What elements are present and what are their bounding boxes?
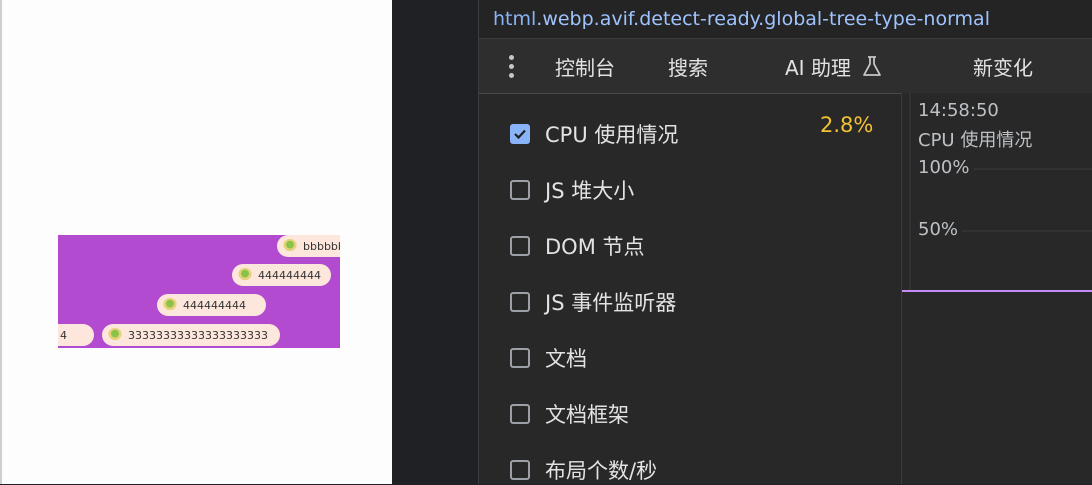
checkbox[interactable] — [510, 292, 530, 312]
danmaku-text: 33333333333333333333 — [128, 328, 268, 342]
tab-whats-new[interactable]: 新变化 — [973, 39, 1033, 93]
danmaku-container: bbbbbb 444444444 444444444 4 33333333333… — [58, 235, 340, 348]
avatar-icon — [163, 298, 177, 312]
performance-monitor: CPU 使用情况 2.8% JS 堆大小 DOM 节点 JS 事件监听器 文档 — [479, 93, 1092, 484]
metric-frames[interactable]: 文档框架 — [510, 400, 629, 428]
metric-label: 布局个数/秒 — [545, 459, 658, 483]
tab-console[interactable]: 控制台 — [555, 39, 615, 93]
page-preview: bbbbbb 444444444 444444444 4 33333333333… — [0, 0, 392, 484]
element-selector-breadcrumb[interactable]: html .webp.avif.detect-ready.global-tree-… — [479, 0, 1092, 39]
tab-ai-assistant[interactable]: AI 助理 — [785, 39, 883, 93]
tab-label: 新变化 — [973, 55, 1033, 80]
chart-metric-label: CPU 使用情况 — [918, 130, 1033, 151]
metric-layouts-per-sec[interactable]: 布局个数/秒 — [510, 456, 657, 484]
tab-search[interactable]: 搜索 — [668, 39, 708, 93]
danmaku-bullet: 33333333333333333333 — [102, 324, 280, 346]
metric-label: 文档框架 — [545, 403, 629, 427]
danmaku-text: 4 — [60, 328, 67, 342]
metric-label: 文档 — [545, 347, 587, 371]
selector-tag: html — [493, 8, 537, 30]
selector-classes: .webp.avif.detect-ready.global-tree-type… — [536, 8, 990, 30]
danmaku-text: bbbbbb — [303, 239, 340, 253]
checkbox[interactable] — [510, 236, 530, 256]
danmaku-bullet: bbbbbb — [277, 235, 340, 257]
tab-label: AI 助理 — [785, 55, 851, 80]
metric-cpu[interactable]: CPU 使用情况 — [510, 120, 678, 148]
flask-icon — [863, 56, 881, 76]
metrics-list: CPU 使用情况 2.8% JS 堆大小 DOM 节点 JS 事件监听器 文档 — [479, 93, 902, 484]
tab-label: 搜索 — [668, 55, 708, 80]
window-gap — [392, 0, 478, 484]
chart-tick-100: 100% — [918, 157, 970, 178]
danmaku-text: 444444444 — [258, 268, 321, 282]
avatar-icon — [108, 328, 122, 342]
metric-label: CPU 使用情况 — [545, 123, 679, 147]
metric-label: JS 堆大小 — [545, 179, 635, 203]
devtools-panel: html .webp.avif.detect-ready.global-tree-… — [478, 0, 1092, 484]
checkbox[interactable] — [510, 348, 530, 368]
metric-js-listeners[interactable]: JS 事件监听器 — [510, 288, 676, 316]
danmaku-bullet: 444444444 — [157, 294, 266, 316]
avatar-icon — [283, 239, 297, 253]
metric-documents[interactable]: 文档 — [510, 344, 587, 372]
danmaku-text: 444444444 — [183, 298, 246, 312]
chart-timestamp: 14:58:50 — [918, 100, 999, 121]
drawer-tab-bar: 控制台 搜索 AI 助理 新变化 — [479, 39, 1092, 94]
avatar-icon — [238, 268, 252, 282]
danmaku-bullet: 4 — [58, 324, 94, 346]
checkbox-checked[interactable] — [510, 124, 530, 144]
chart-tick-50: 50% — [918, 219, 959, 240]
cpu-usage-value: 2.8% — [820, 113, 874, 137]
tab-label: 控制台 — [555, 55, 615, 80]
metric-dom-nodes[interactable]: DOM 节点 — [510, 232, 645, 260]
danmaku-bullet: 444444444 — [232, 264, 331, 286]
metric-js-heap[interactable]: JS 堆大小 — [510, 176, 634, 204]
check-icon — [514, 129, 526, 140]
checkbox[interactable] — [510, 404, 530, 424]
more-options-icon[interactable] — [499, 51, 523, 81]
metric-label: DOM 节点 — [545, 235, 645, 259]
checkbox[interactable] — [510, 460, 530, 480]
metric-label: JS 事件监听器 — [545, 291, 677, 315]
cpu-chart: 14:58:50 CPU 使用情况 100% 50% — [902, 93, 1092, 484]
checkbox[interactable] — [510, 180, 530, 200]
